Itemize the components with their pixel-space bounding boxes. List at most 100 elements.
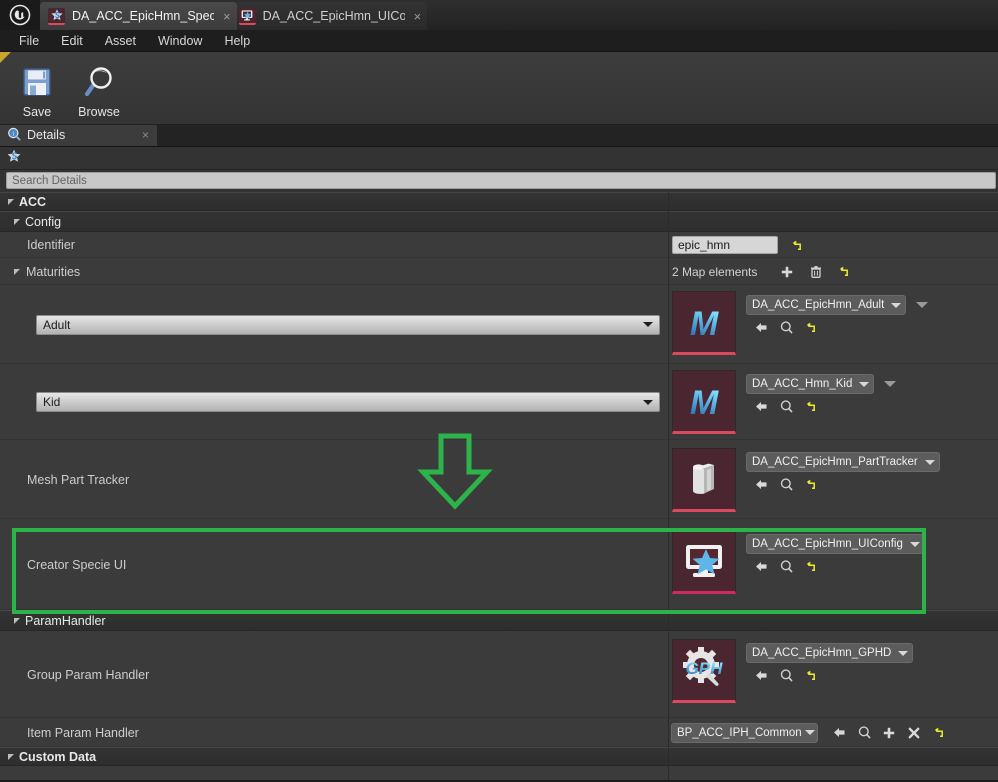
combo-value: DA_ACC_EpicHmn_UIConfig [752, 538, 903, 550]
close-icon[interactable]: × [142, 128, 149, 142]
tab-details[interactable]: i Details × [0, 124, 157, 146]
details-property-tree: ACC Config Identifier epic_hmn Maturitie… [0, 192, 998, 780]
reset-arrow-icon[interactable] [804, 477, 819, 492]
close-icon[interactable]: × [221, 10, 231, 23]
browse-back-icon[interactable] [754, 668, 769, 683]
menu-file[interactable]: File [8, 32, 50, 50]
search-asset-icon[interactable] [779, 559, 794, 574]
asset-combo-group-param-handler[interactable]: DA_ACC_EpicHmn_GPHD [746, 643, 914, 663]
combo-value: DA_ACC_EpicHmn_Adult [752, 299, 885, 311]
tab-title: DA_ACC_EpicHmn_Speci [72, 9, 214, 23]
maturity-key-combo-kid[interactable]: Kid [36, 392, 660, 412]
star-asset-icon [48, 7, 65, 25]
menu-bar: File Edit Asset Window Help [0, 30, 998, 52]
extra-chevron-down-icon[interactable] [884, 381, 897, 387]
monitor-star-asset-icon[interactable] [672, 530, 736, 594]
browse-back-icon[interactable] [754, 399, 769, 414]
floppy-disk-icon [18, 61, 56, 103]
plus-icon[interactable] [882, 725, 897, 740]
details-panel-tab-row: i Details × [0, 124, 998, 147]
menu-help[interactable]: Help [213, 32, 261, 50]
row-group-param-handler: Group Param Handler GPH DA_ACC_EpicHmn_G… [0, 631, 998, 718]
search-asset-icon[interactable] [857, 725, 872, 740]
M-letter-asset-icon[interactable]: M [672, 370, 736, 434]
expand-triangle-icon [14, 218, 20, 225]
row-maturities: Maturities 2 Map elements [0, 258, 998, 285]
category-paramhandler[interactable]: ParamHandler [0, 610, 998, 631]
reset-arrow-icon[interactable] [804, 559, 819, 574]
search-asset-icon[interactable] [779, 668, 794, 683]
search-input[interactable]: Search Details [6, 172, 996, 189]
menu-window[interactable]: Window [147, 32, 213, 50]
editor-tab-strip: DA_ACC_EpicHmn_Speci × DA_ACC_EpicHmn_UI… [40, 0, 998, 30]
asset-combo-creator-specie-ui[interactable]: DA_ACC_EpicHmn_UIConfig [746, 534, 925, 554]
search-row: Search Details [0, 170, 998, 192]
row-creator-specie-ui: Creator Specie UI DA_ACC_EpicHmn_UIConfi… [0, 519, 998, 610]
menu-asset[interactable]: Asset [94, 32, 147, 50]
maturity-key-combo-adult[interactable]: Adult [36, 314, 660, 335]
reset-arrow-icon[interactable] [804, 668, 819, 683]
search-asset-icon[interactable] [779, 320, 794, 335]
chevron-down-icon [891, 302, 902, 308]
search-asset-icon[interactable] [779, 399, 794, 414]
star-filter-icon[interactable] [6, 148, 22, 169]
asset-combo-mesh-part-tracker[interactable]: DA_ACC_EpicHmn_PartTracker [746, 452, 940, 472]
identifier-input[interactable]: epic_hmn [672, 236, 778, 254]
row-label: Item Param Handler [27, 725, 139, 740]
expand-triangle-icon [14, 617, 20, 624]
reset-arrow-icon[interactable] [804, 399, 819, 414]
combo-value: DA_ACC_EpicHmn_GPHD [752, 647, 892, 659]
browse-back-icon[interactable] [754, 559, 769, 574]
combo-value: DA_ACC_EpicHmn_PartTracker [752, 456, 918, 468]
trash-icon[interactable] [808, 264, 823, 279]
chevron-down-icon [924, 459, 935, 465]
chevron-down-icon [859, 381, 870, 387]
clear-x-icon[interactable] [907, 725, 922, 740]
reset-arrow-icon[interactable] [837, 264, 852, 279]
menu-edit[interactable]: Edit [50, 32, 94, 50]
category-config[interactable]: Config [0, 211, 998, 232]
category-label: Config [25, 214, 62, 229]
browse-back-icon[interactable] [754, 477, 769, 492]
category-custom-data[interactable]: Custom Data [0, 747, 998, 766]
cylinder-asset-icon[interactable] [672, 448, 736, 512]
map-element-count: 2 Map elements [672, 264, 758, 279]
reset-arrow-icon[interactable] [932, 725, 947, 740]
column-splitter[interactable] [668, 192, 669, 780]
asset-combo-maturity-kid[interactable]: DA_ACC_Hmn_Kid [746, 374, 875, 394]
tab-da-acc-epichmn-uiconfig[interactable]: DA_ACC_EpicHmn_UICon × [230, 2, 428, 30]
monitor-star-asset-icon [238, 7, 256, 25]
reset-arrow-icon[interactable] [790, 238, 805, 253]
search-asset-icon[interactable] [779, 477, 794, 492]
asset-combo-maturity-adult[interactable]: DA_ACC_EpicHmn_Adult [746, 295, 907, 315]
extra-chevron-down-icon[interactable] [916, 302, 929, 308]
reset-arrow-icon[interactable] [804, 320, 819, 335]
save-button[interactable]: Save [6, 57, 68, 119]
save-label: Save [22, 105, 52, 119]
chevron-down-icon [643, 322, 653, 327]
svg-text:M: M [690, 305, 719, 343]
close-icon[interactable]: × [412, 10, 422, 23]
title-bar: DA_ACC_EpicHmn_Speci × DA_ACC_EpicHmn_UI… [0, 0, 998, 30]
GPH-gear-asset-icon[interactable]: GPH [672, 639, 736, 703]
browse-button[interactable]: Browse [68, 57, 130, 119]
plus-icon[interactable] [779, 264, 794, 279]
asset-combo-item-param-handler[interactable]: BP_ACC_IPH_Common [671, 722, 818, 743]
svg-text:M: M [690, 384, 719, 422]
row-label: Group Param Handler [27, 667, 150, 682]
category-label: ACC [19, 194, 47, 209]
category-label: ParamHandler [25, 613, 106, 628]
magnifier-icon [80, 61, 118, 103]
combo-value: BP_ACC_IPH_Common [677, 726, 802, 739]
browse-back-icon[interactable] [832, 725, 847, 740]
row-label: Maturities [26, 264, 81, 279]
row-maturity-adult: Adult M DA_ACC_EpicHmn_Adult [0, 285, 998, 364]
combo-value: Kid [43, 395, 61, 409]
category-acc[interactable]: ACC [0, 192, 998, 211]
expand-triangle-icon [14, 268, 20, 275]
M-letter-asset-icon[interactable]: M [672, 291, 736, 355]
browse-back-icon[interactable] [754, 320, 769, 335]
row-maturity-kid: Kid M DA_ACC_Hmn_Kid [0, 364, 998, 440]
tab-da-acc-epichmn-specie[interactable]: DA_ACC_EpicHmn_Speci × [40, 2, 237, 30]
category-label: Custom Data [19, 749, 97, 764]
